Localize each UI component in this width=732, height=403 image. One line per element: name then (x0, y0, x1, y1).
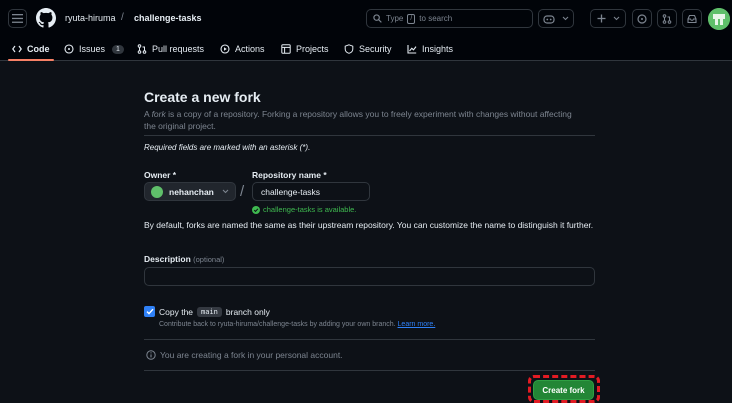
tab-label: Insights (422, 44, 454, 54)
tab-label: Issues (79, 44, 106, 54)
description-input[interactable] (144, 267, 595, 286)
search-input[interactable]: Type / to search (366, 9, 533, 28)
create-fork-button[interactable]: Create fork (533, 380, 594, 400)
owner-select[interactable]: nehanchan (144, 182, 236, 201)
inbox-icon (687, 14, 697, 23)
copilot-button[interactable] (538, 9, 574, 28)
check-circle-icon (252, 205, 260, 214)
info-icon (146, 350, 156, 360)
copilot-icon (543, 14, 555, 24)
owner-avatar (151, 185, 163, 198)
issues-button[interactable] (632, 9, 652, 28)
tab-label: Security (359, 44, 392, 54)
tab-insights[interactable]: Insights (407, 42, 453, 56)
code-icon (12, 45, 22, 53)
info-text: You are creating a fork in your personal… (160, 350, 343, 360)
breadcrumb-repo[interactable]: challenge-tasks (134, 13, 202, 23)
active-tab-indicator (8, 59, 54, 61)
branch-code: main (197, 307, 222, 317)
search-prefix: Type (386, 14, 404, 23)
tab-label: Projects (296, 44, 329, 54)
tab-projects[interactable]: Projects (281, 42, 329, 56)
owner-label: Owner * (144, 170, 177, 180)
search-icon (373, 14, 382, 23)
tab-label: Code (27, 44, 50, 54)
tab-issues[interactable]: Issues 1 (64, 42, 124, 56)
divider (144, 339, 595, 340)
git-pull-request-icon (662, 13, 672, 24)
inbox-button[interactable] (682, 9, 702, 28)
tab-actions[interactable]: Actions (220, 42, 265, 56)
tab-code[interactable]: Code (12, 42, 50, 56)
contribute-note: Contribute back to ryuta-hiruma/challeng… (159, 321, 436, 328)
repo-name-label: Repository name * (252, 170, 327, 180)
user-avatar[interactable] (708, 8, 730, 30)
description-label: Description (optional) (144, 254, 225, 264)
chevron-down-icon (562, 16, 569, 21)
chevron-down-icon (613, 16, 619, 21)
availability-text: challenge-tasks is available. (263, 205, 357, 214)
copy-main-branch-checkbox[interactable] (144, 306, 155, 317)
search-shortcut-key: / (407, 13, 416, 24)
copy-branch-label[interactable]: Copy the main branch only (159, 307, 270, 317)
fork-term: fork (151, 109, 166, 119)
hamburger-icon (12, 14, 23, 23)
github-logo-icon[interactable] (36, 8, 56, 28)
identicon-icon (708, 8, 730, 30)
tab-security[interactable]: Security (344, 42, 392, 56)
issue-icon (64, 44, 74, 54)
pull-requests-button[interactable] (657, 9, 677, 28)
breadcrumb-owner[interactable]: ryuta-hiruma (65, 13, 116, 23)
page-title: Create a new fork (144, 89, 261, 105)
pull-request-icon (137, 44, 147, 54)
tab-label: Pull requests (152, 44, 205, 54)
tab-label: Actions (235, 44, 265, 54)
divider (144, 370, 595, 371)
optional-hint: (optional) (193, 255, 225, 264)
issues-counter-badge: 1 (112, 44, 124, 54)
chevron-down-icon (222, 189, 229, 194)
fork-account-info: You are creating a fork in your personal… (146, 350, 343, 360)
owner-value: nehanchan (169, 186, 214, 197)
plus-icon (597, 14, 605, 23)
shield-icon (344, 44, 354, 54)
repository-name-input[interactable]: challenge-tasks (252, 182, 370, 201)
create-new-button[interactable] (590, 9, 626, 28)
table-icon (281, 44, 291, 54)
tab-pull-requests[interactable]: Pull requests (137, 42, 204, 56)
issue-opened-icon (637, 13, 647, 24)
availability-message: challenge-tasks is available. (252, 205, 356, 214)
graph-icon (407, 45, 417, 54)
required-fields-note: Required fields are marked with an aster… (144, 143, 311, 152)
divider (144, 135, 595, 136)
learn-more-link[interactable]: Learn more. (398, 321, 436, 328)
fork-intro-text: A fork is a copy of a repository. Forkin… (144, 109, 572, 131)
owner-repo-separator: / (240, 183, 245, 200)
menu-button[interactable] (8, 9, 27, 28)
breadcrumb-separator: / (121, 12, 124, 23)
play-icon (220, 44, 230, 54)
search-suffix: to search (419, 14, 453, 23)
default-name-note: By default, forks are named the same as … (144, 220, 594, 230)
checkmark-icon (146, 308, 154, 315)
